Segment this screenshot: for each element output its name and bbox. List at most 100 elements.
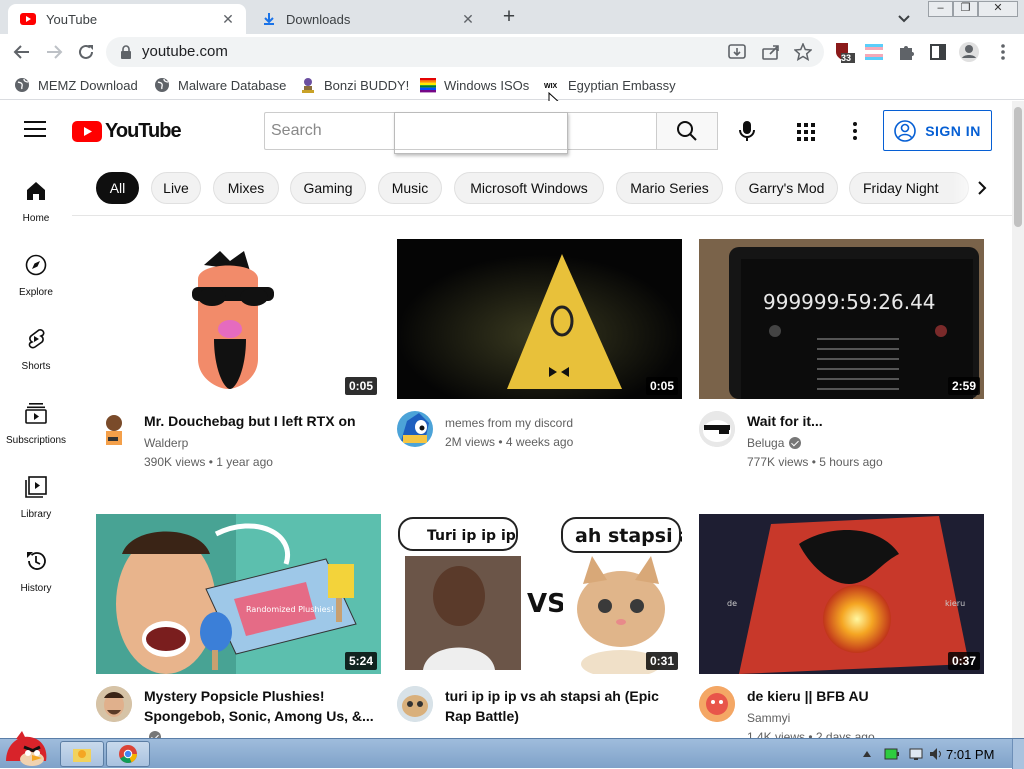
chip-mixes[interactable]: Mixes — [213, 172, 279, 204]
guide-item-explore[interactable]: Explore — [0, 240, 72, 314]
battery-icon[interactable] — [884, 747, 900, 761]
video-title[interactable]: de kieru || BFB AU — [747, 686, 982, 706]
channel-name[interactable]: Walderp — [144, 436, 379, 450]
close-tab-icon[interactable]: ✕ — [220, 11, 236, 28]
bookmark-malware-database[interactable]: Malware Database — [154, 76, 286, 94]
close-window-button[interactable]: ✕ — [978, 1, 1018, 17]
install-app-icon[interactable] — [728, 44, 746, 60]
extension-shield-button[interactable]: 33 — [833, 41, 855, 63]
taskbar-explorer-button[interactable] — [60, 741, 104, 767]
chip-all[interactable]: All — [96, 172, 139, 204]
video-stats: 777K views • 5 hours ago — [747, 455, 883, 469]
network-icon[interactable] — [908, 747, 924, 761]
bookmark-egyptian-embassy[interactable]: WIX Egyptian Embassy — [544, 76, 676, 94]
bookmark-star-icon[interactable] — [794, 43, 812, 61]
windows-taskbar: 7:01 PM — [0, 731, 1024, 769]
share-icon[interactable] — [762, 44, 780, 60]
guide-item-library[interactable]: Library — [0, 462, 72, 536]
guide-item-home[interactable]: Home — [0, 166, 72, 240]
video-thumbnail[interactable]: 999999:59:26.44 2:59 — [699, 239, 984, 399]
pride-extension-button[interactable] — [863, 41, 885, 63]
video-card[interactable]: 0:05 memes from my discord 2M views • 4 … — [397, 239, 684, 449]
subscriptions-icon — [25, 403, 47, 424]
tray-expand-icon[interactable] — [862, 749, 872, 759]
channel-name[interactable] — [144, 731, 379, 738]
video-title[interactable]: Mr. Douchebag but I left RTX on — [144, 411, 379, 431]
new-tab-button[interactable]: + — [496, 6, 522, 30]
address-bar[interactable]: youtube.com — [106, 37, 824, 67]
video-title[interactable]: turi ip ip ip vs ah stapsi ah (Epic Rap … — [445, 686, 680, 726]
channel-avatar[interactable] — [699, 686, 735, 722]
tab-downloads[interactable]: Downloads ✕ — [250, 4, 486, 34]
chip-friday-night[interactable]: Friday Night — [849, 172, 969, 204]
restore-button[interactable]: ❐ — [953, 1, 978, 17]
volume-icon[interactable] — [928, 747, 944, 761]
chevron-right-icon[interactable] — [972, 178, 992, 198]
back-button[interactable] — [10, 40, 34, 64]
guide-item-subscriptions[interactable]: Subscriptions — [0, 388, 72, 462]
minimize-button[interactable]: ‒ — [928, 1, 953, 17]
chip-mario-series[interactable]: Mario Series — [616, 172, 723, 204]
duration-badge: 0:37 — [947, 652, 980, 670]
chrome-menu-button[interactable] — [992, 41, 1014, 63]
chip-microsoft-windows[interactable]: Microsoft Windows — [454, 172, 604, 204]
bookmark-windows-isos[interactable]: Windows ISOs — [420, 76, 529, 94]
sign-in-button[interactable]: SIGN IN — [883, 110, 992, 151]
taskbar-chrome-button[interactable] — [106, 741, 150, 767]
popsicle-plushies-thumbnail: Randomized Plushies! — [96, 514, 381, 674]
video-card[interactable]: Randomized Plushies! 5:24 Mystery Popsic… — [96, 514, 383, 738]
duration-badge: 2:59 — [947, 377, 980, 395]
video-card[interactable]: de kieru 0:37 de kieru || BFB AU Sammyi … — [699, 514, 986, 738]
video-thumbnail[interactable]: 0:05 — [96, 239, 381, 399]
profile-button[interactable] — [958, 41, 980, 63]
forward-button[interactable] — [42, 40, 66, 64]
video-thumbnail[interactable]: Randomized Plushies! 5:24 — [96, 514, 381, 674]
channel-name[interactable]: memes from my discord — [445, 416, 680, 430]
guide-item-history[interactable]: History — [0, 536, 72, 610]
video-thumbnail[interactable]: de kieru 0:37 — [699, 514, 984, 674]
search-button[interactable] — [656, 112, 718, 150]
sammyi-avatar-icon — [699, 686, 735, 722]
apps-grid-icon[interactable] — [797, 123, 815, 141]
scrollbar-thumb[interactable] — [1014, 107, 1022, 227]
logo-text: YouTube — [105, 120, 182, 142]
video-card[interactable]: Turi ip ip ip ah stapsi ah VS — [397, 514, 684, 724]
side-panel-button[interactable] — [927, 41, 949, 63]
channel-avatar[interactable] — [699, 411, 735, 447]
channel-avatar[interactable] — [96, 411, 132, 447]
video-thumbnail[interactable]: 0:05 — [397, 239, 682, 399]
channel-avatar[interactable] — [96, 686, 132, 722]
chip-gaming[interactable]: Gaming — [290, 172, 366, 204]
hamburger-menu-icon[interactable] — [24, 119, 48, 139]
video-card[interactable]: 999999:59:26.44 2:59 Wait for it... Belu… — [699, 239, 986, 469]
microphone-icon[interactable] — [736, 120, 758, 142]
bookmark-bonzi-buddy[interactable]: Bonzi BUDDY! — [300, 76, 409, 94]
guide-item-shorts[interactable]: Shorts — [0, 314, 72, 388]
channel-name[interactable]: Beluga — [747, 436, 982, 450]
video-title[interactable]: Mystery Popsicle Plushies! Spongebob, So… — [144, 686, 379, 726]
reload-button[interactable] — [74, 40, 98, 64]
video-card[interactable]: 0:05 Mr. Douchebag but I left RTX on Wal… — [96, 239, 383, 469]
youtube-logo[interactable]: YouTube — [72, 120, 182, 143]
channel-name[interactable]: Sammyi — [747, 711, 982, 725]
back-arrow-icon — [13, 45, 29, 59]
page-scrollbar[interactable] — [1012, 101, 1024, 738]
channel-avatar[interactable] — [397, 686, 433, 722]
bookmark-memz-download[interactable]: MEMZ Download — [14, 76, 138, 94]
search-input[interactable] — [264, 112, 656, 150]
video-title[interactable]: Wait for it... — [747, 411, 982, 431]
chip-music[interactable]: Music — [378, 172, 442, 204]
settings-more-icon[interactable] — [849, 121, 861, 141]
angry-bird-start-icon[interactable] — [2, 731, 50, 769]
video-thumbnail[interactable]: Turi ip ip ip ah stapsi ah VS — [397, 514, 682, 674]
chip-live[interactable]: Live — [151, 172, 201, 204]
taskbar-clock[interactable]: 7:01 PM — [946, 747, 994, 762]
chip-garrys-mod[interactable]: Garry's Mod — [735, 172, 838, 204]
tab-search-chevron-icon[interactable] — [894, 8, 914, 28]
close-tab-icon[interactable]: ✕ — [460, 11, 476, 28]
channel-avatar[interactable] — [397, 411, 433, 447]
bookmark-label: Malware Database — [178, 77, 287, 93]
extensions-button[interactable] — [895, 41, 917, 63]
show-desktop-button[interactable] — [1012, 739, 1024, 769]
tab-youtube[interactable]: YouTube ✕ — [8, 4, 246, 34]
